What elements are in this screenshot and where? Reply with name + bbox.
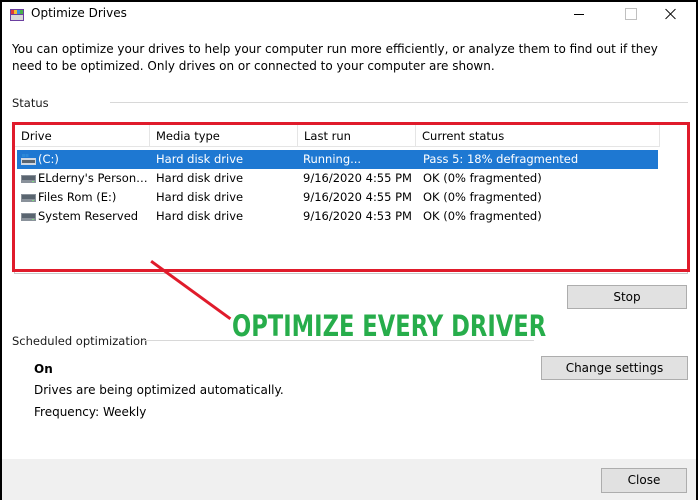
current-status: OK (0% fragmented) bbox=[423, 171, 542, 185]
annotation-caption: OPTIMIZE EVERY DRIVER bbox=[232, 309, 547, 343]
column-header-current-status[interactable]: Current status bbox=[416, 125, 660, 147]
column-header-last-run[interactable]: Last run bbox=[298, 125, 416, 147]
drive-row-e[interactable]: Files Rom (E:) Hard disk drive 9/16/2020… bbox=[17, 188, 658, 207]
current-status: OK (0% fragmented) bbox=[423, 209, 542, 223]
close-button[interactable]: Close bbox=[601, 468, 687, 493]
drives-list[interactable]: Drive Media type Last run Current status… bbox=[14, 124, 688, 274]
drive-name: (C:) bbox=[38, 152, 59, 166]
last-run: Running... bbox=[303, 152, 362, 166]
media-type: Hard disk drive bbox=[156, 190, 244, 204]
current-status: OK (0% fragmented) bbox=[423, 190, 542, 204]
current-status: Pass 5: 18% defragmented bbox=[423, 152, 579, 166]
schedule-state: On bbox=[34, 362, 53, 376]
window-close-button[interactable] bbox=[648, 2, 694, 28]
drive-row-personal[interactable]: ELderny's Personal ... Hard disk drive 9… bbox=[17, 169, 658, 188]
last-run: 9/16/2020 4:55 PM bbox=[303, 171, 412, 185]
hard-drive-icon bbox=[21, 213, 36, 221]
hard-drive-icon bbox=[21, 175, 36, 183]
status-divider bbox=[110, 102, 688, 103]
schedule-description: Drives are being optimized automatically… bbox=[34, 383, 284, 397]
footer-bar bbox=[2, 459, 696, 500]
media-type: Hard disk drive bbox=[156, 152, 244, 166]
hard-drive-icon bbox=[21, 194, 36, 202]
drive-name: Files Rom (E:) bbox=[38, 190, 117, 204]
title-bar: Optimize Drives bbox=[2, 2, 696, 28]
stop-button[interactable]: Stop bbox=[567, 285, 687, 309]
drive-row-c[interactable]: (C:) Hard disk drive Running... Pass 5: … bbox=[17, 150, 658, 169]
intro-text: You can optimize your drives to help you… bbox=[12, 42, 658, 73]
schedule-frequency: Frequency: Weekly bbox=[34, 405, 147, 419]
scheduled-divider bbox=[144, 340, 534, 341]
drive-row-system-reserved[interactable]: System Reserved Hard disk drive 9/16/202… bbox=[17, 207, 658, 226]
last-run: 9/16/2020 4:55 PM bbox=[303, 190, 412, 204]
drives-list-header: Drive Media type Last run Current status bbox=[15, 125, 660, 147]
drive-name: ELderny's Personal ... bbox=[38, 171, 150, 185]
status-section-label: Status bbox=[12, 96, 49, 110]
system-drive-icon bbox=[21, 154, 36, 165]
minimize-button[interactable] bbox=[556, 2, 602, 28]
window-title: Optimize Drives bbox=[31, 6, 127, 20]
column-header-media-type[interactable]: Media type bbox=[150, 125, 298, 147]
change-settings-button[interactable]: Change settings bbox=[541, 356, 688, 380]
last-run: 9/16/2020 4:53 PM bbox=[303, 209, 412, 223]
media-type: Hard disk drive bbox=[156, 171, 244, 185]
media-type: Hard disk drive bbox=[156, 209, 244, 223]
maximize-button[interactable] bbox=[607, 2, 653, 28]
defrag-app-icon bbox=[10, 9, 24, 21]
scheduled-section-label: Scheduled optimization bbox=[12, 334, 148, 348]
drive-name: System Reserved bbox=[38, 209, 139, 223]
optimize-drives-window: Optimize Drives You can optimize your dr… bbox=[0, 0, 698, 500]
column-header-drive[interactable]: Drive bbox=[15, 125, 150, 147]
